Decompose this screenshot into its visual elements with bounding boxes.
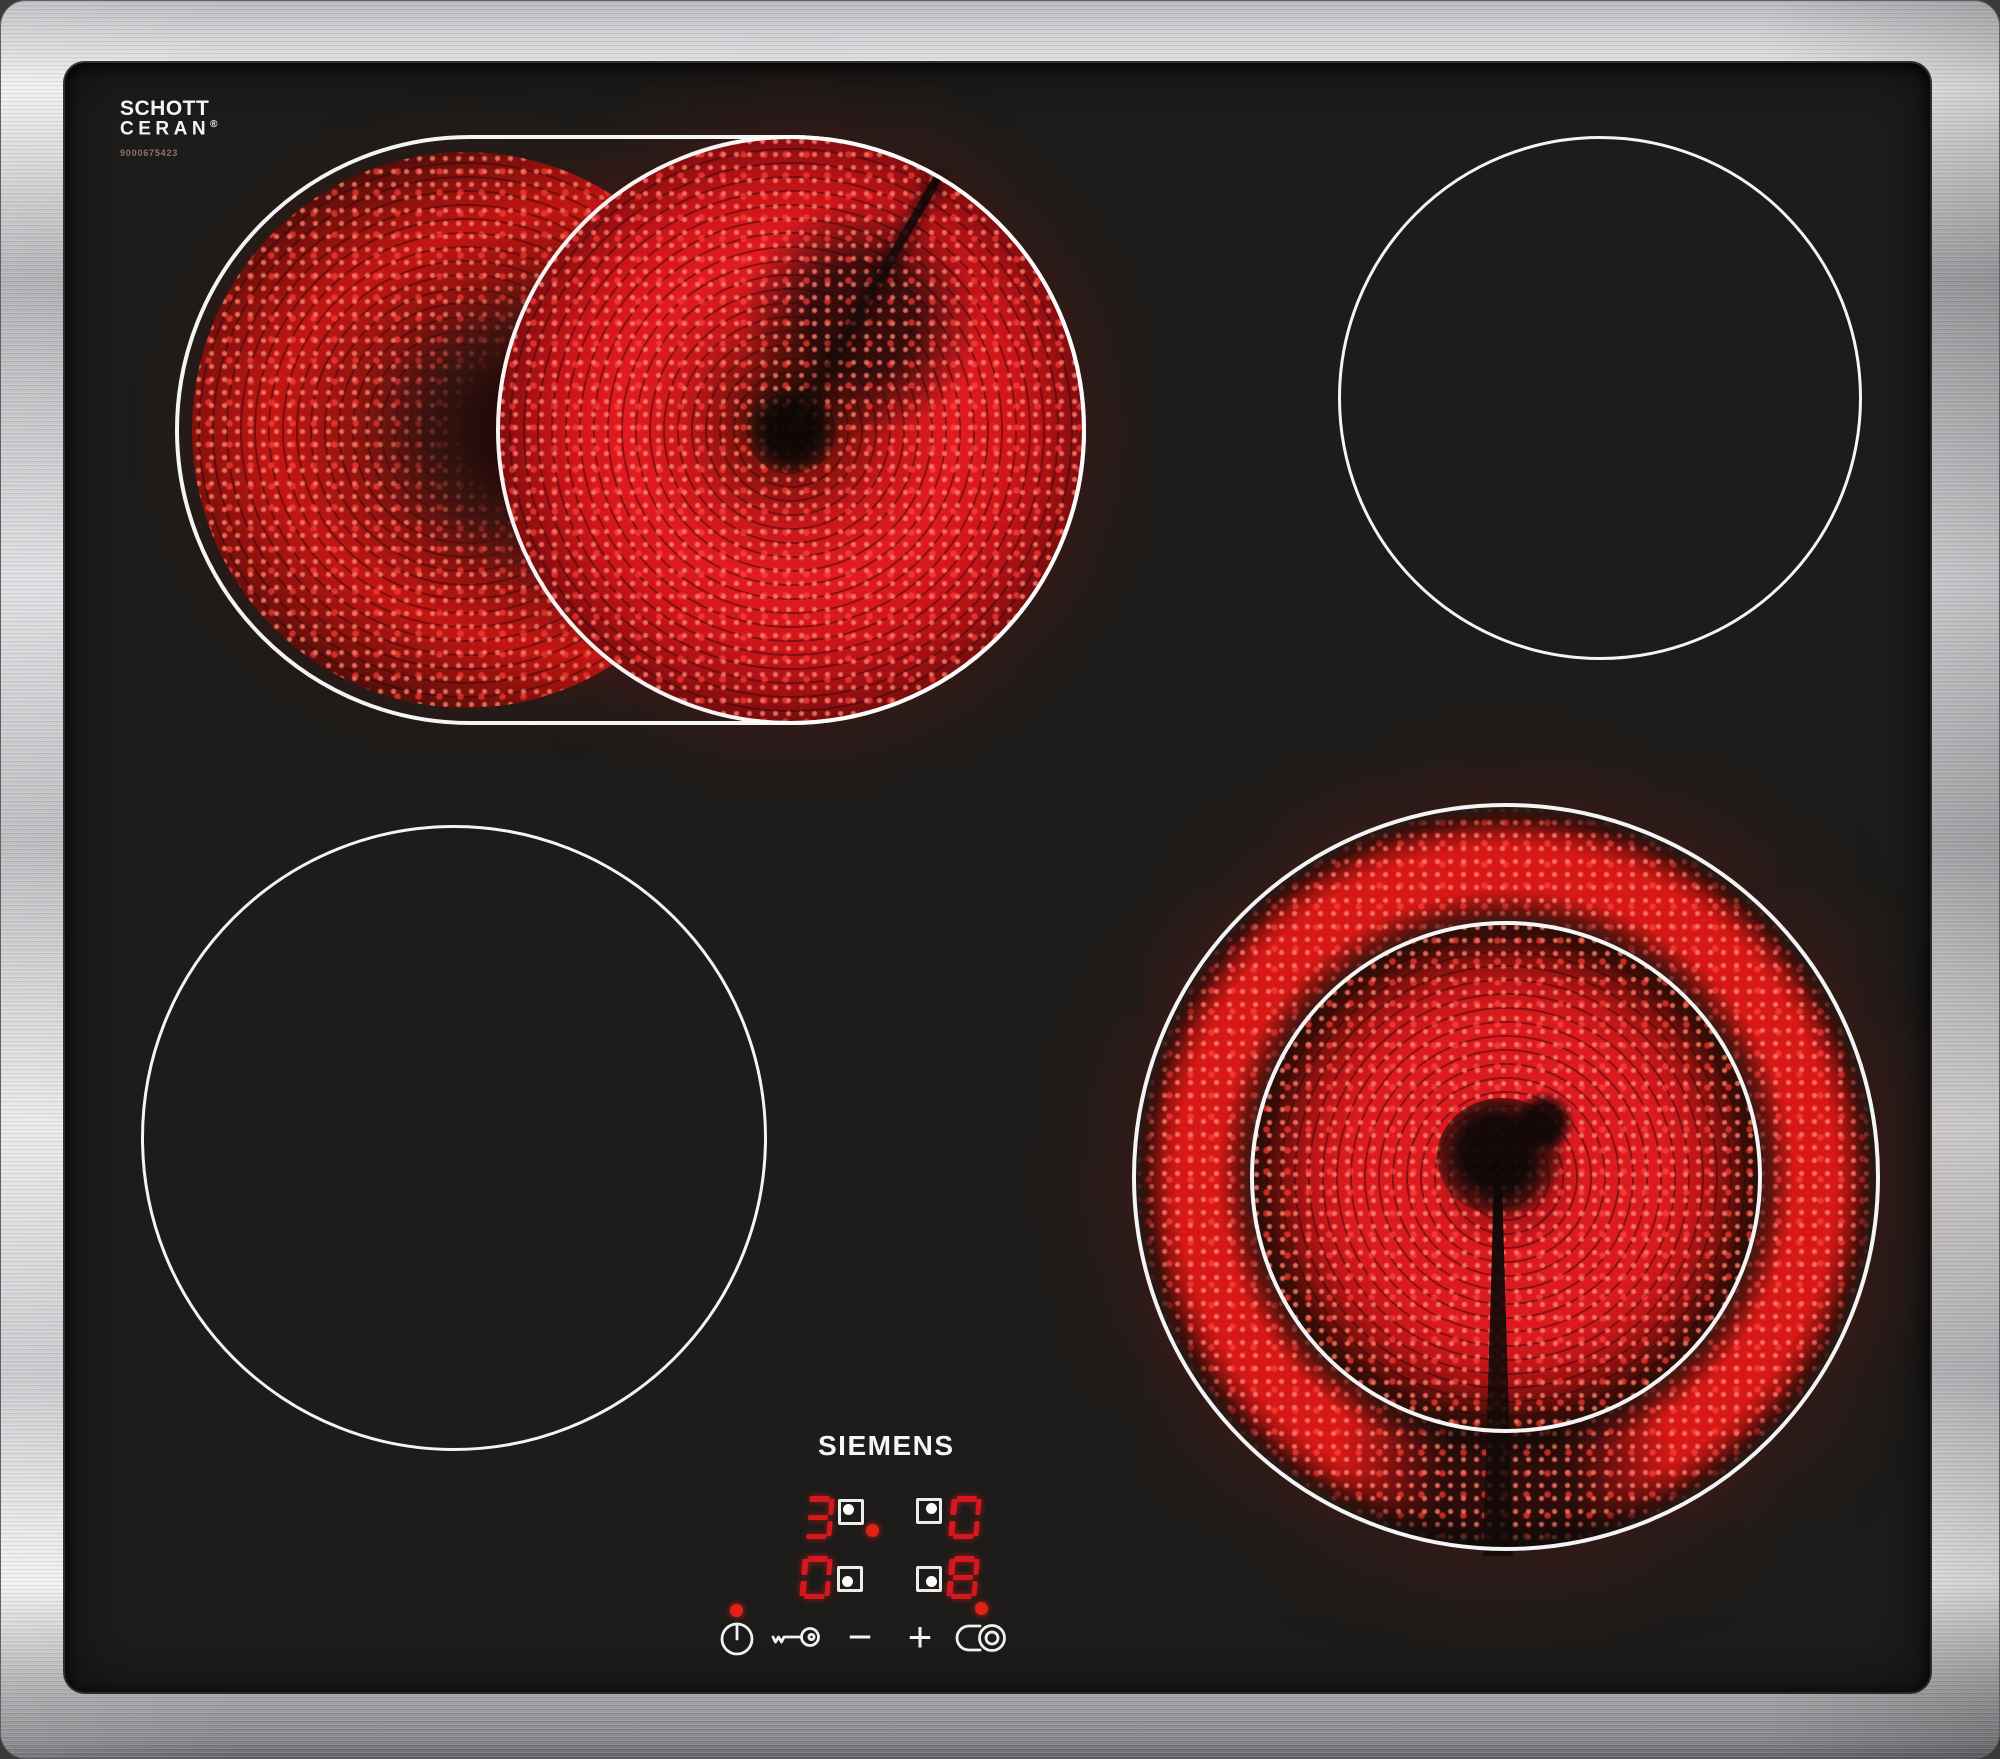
front-left-circle-outline xyxy=(141,825,767,1451)
registered-mark: ® xyxy=(210,119,218,130)
cooktop-steel-frame: SCHOTT CERAN® 9000675423 SIEMENS − + xyxy=(0,0,2000,1759)
heat-level-display-rear-left xyxy=(801,1496,835,1539)
zone-position-dot xyxy=(842,1576,853,1587)
dual-zone-indicator-dot xyxy=(975,1602,988,1615)
key-icon xyxy=(771,1627,820,1647)
zone-position-dot xyxy=(926,1503,937,1514)
zone-position-dot xyxy=(926,1576,937,1587)
power-icon xyxy=(720,1622,754,1656)
rear-left-extension-indicator-dot xyxy=(866,1524,879,1537)
plus-label: + xyxy=(907,1613,933,1660)
dual-zone-button[interactable] xyxy=(952,1620,1010,1656)
heat-level-display-rear-right xyxy=(948,1496,982,1539)
heat-level-display-front-left xyxy=(799,1556,833,1599)
zone-indicator-square-rear-left xyxy=(838,1499,864,1525)
schott-logo-line2: CERAN® xyxy=(120,118,218,140)
zone-indicator-square-front-left xyxy=(837,1566,863,1592)
child-lock-button[interactable] xyxy=(770,1622,822,1652)
rear-left-circle-outline xyxy=(496,135,1086,725)
zone-position-dot xyxy=(843,1504,854,1515)
heat-level-display-front-right xyxy=(946,1556,980,1599)
dual-zone-icon xyxy=(955,1624,1006,1652)
part-number: 9000675423 xyxy=(120,148,179,158)
rear-right-circle-outline xyxy=(1338,136,1862,660)
front-right-inner-outline xyxy=(1250,921,1762,1433)
schott-ceran-logo: SCHOTT CERAN® xyxy=(120,97,218,140)
zone-indicator-square-rear-right xyxy=(916,1498,942,1524)
minus-label: − xyxy=(847,1613,873,1660)
schott-logo-line1: SCHOTT xyxy=(120,97,210,120)
zone-indicator-square-front-right xyxy=(916,1566,942,1592)
power-indicator-dot xyxy=(730,1604,743,1617)
decrease-button[interactable]: − xyxy=(842,1613,878,1660)
increase-button[interactable]: + xyxy=(902,1613,938,1660)
siemens-logo: SIEMENS xyxy=(818,1430,955,1461)
power-button[interactable] xyxy=(717,1618,757,1658)
